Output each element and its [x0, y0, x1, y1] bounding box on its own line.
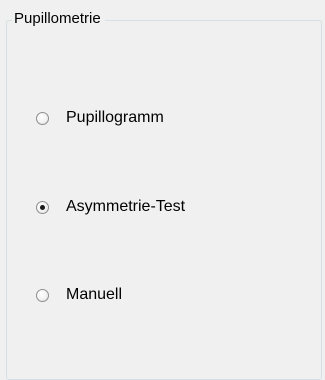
- radio-asymmetrie-test[interactable]: Asymmetrie-Test: [36, 196, 185, 218]
- radio-dot-icon: [40, 204, 45, 210]
- radio-button-icon[interactable]: [36, 288, 49, 302]
- radio-manuell[interactable]: Manuell: [36, 284, 122, 306]
- radio-label-asymmetrie-test[interactable]: Asymmetrie-Test: [66, 196, 185, 218]
- radio-button-icon[interactable]: [36, 111, 49, 125]
- radio-button-icon[interactable]: [36, 200, 49, 214]
- radio-pupillogramm[interactable]: Pupillogramm: [36, 107, 164, 129]
- radio-label-pupillogramm[interactable]: Pupillogramm: [66, 107, 164, 129]
- radio-label-manuell[interactable]: Manuell: [66, 284, 122, 306]
- groupbox-title: Pupillometrie: [12, 9, 105, 29]
